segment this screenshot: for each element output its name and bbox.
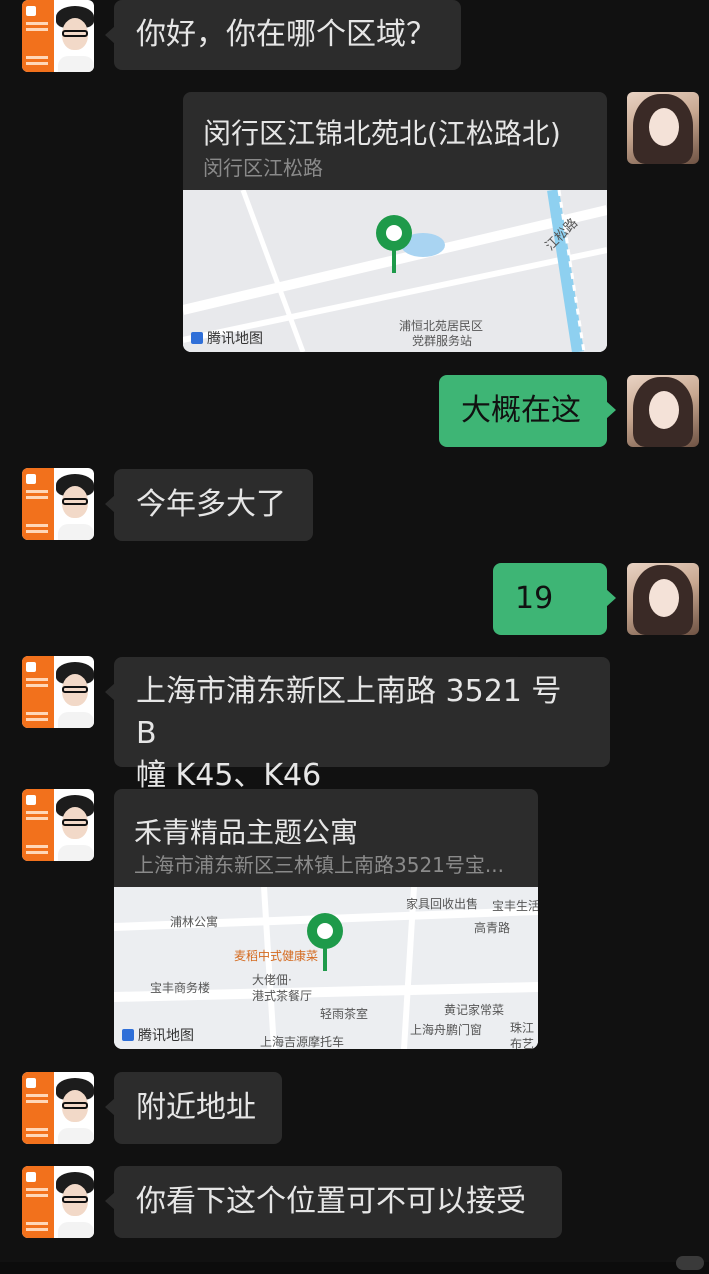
map-poi-label: 上海舟鹏门窗 [410, 1023, 483, 1037]
map-poi-label: 上海吉源摩托车 [260, 1035, 345, 1049]
tencent-map-logo-icon [191, 332, 203, 344]
map-poi-label: 港式茶餐厅 [252, 989, 313, 1003]
map-brand: 腾讯地图 [122, 1025, 194, 1045]
self-avatar-icon[interactable] [627, 375, 699, 447]
message-text-line: 上海市浦东新区上南路 3521 号 B [136, 674, 562, 751]
message-bubble[interactable]: 附近地址 [105, 1072, 282, 1144]
message-text: 附近地址 [136, 1090, 256, 1125]
map-pin-stem [323, 945, 327, 971]
message-text: 大概在这 [461, 393, 581, 428]
self-avatar-icon[interactable] [627, 92, 699, 164]
message-bubble[interactable]: 大概在这 [439, 375, 616, 447]
contact-avatar-icon[interactable] [22, 468, 94, 540]
bottom-divider [0, 1262, 709, 1274]
message-bubble[interactable]: 今年多大了 [105, 469, 313, 541]
map-poi-label: 宝丰商务楼 [150, 981, 211, 995]
location-title: 禾青精品主题公寓 [134, 816, 359, 849]
self-avatar-icon[interactable] [627, 563, 699, 635]
tencent-map-logo-icon [122, 1029, 134, 1041]
map-poi-label: 浦林公寓 [170, 915, 219, 929]
contact-avatar-icon[interactable] [22, 789, 94, 861]
contact-avatar-icon[interactable] [22, 656, 94, 728]
map-poi-label: 黄记家常菜 [444, 1003, 505, 1017]
contact-avatar-icon[interactable] [22, 0, 94, 72]
map-pin-icon [307, 913, 343, 949]
map-brand: 腾讯地图 [191, 328, 263, 348]
message-text: 你看下这个位置可不可以接受 [136, 1184, 526, 1219]
map-poi-label: 家具回收出售 [406, 897, 479, 911]
map-poi-label: 党群服务站 [412, 334, 473, 348]
message-bubble[interactable]: 上海市浦东新区上南路 3521 号 B 幢 K45、K46 [105, 657, 610, 793]
message-bubble[interactable]: 19 了 [493, 563, 616, 688]
location-subtitle: 上海市浦东新区三林镇上南路3521号宝... [134, 853, 504, 877]
map-road-label: 高青路 [474, 921, 511, 935]
message-bubble[interactable]: 你好，你在哪个区域？ [105, 0, 461, 70]
map-poi-label: 大佬佃· [252, 973, 292, 987]
contact-avatar-icon[interactable] [22, 1072, 94, 1144]
map-pin-icon [376, 215, 412, 251]
watermark-badge [676, 1256, 704, 1270]
map-poi-label: 珠江 [510, 1021, 535, 1035]
map-poi-label: 麦稻中式健康菜 [234, 949, 319, 963]
location-subtitle: 闵行区江松路 [203, 156, 323, 180]
map-poi-label: 轻雨茶室 [320, 1007, 369, 1021]
message-bubble[interactable]: 你看下这个位置可不可以接受 [105, 1166, 562, 1238]
map-poi-label: 宝丰生活 [492, 899, 538, 913]
map-pin-stem [392, 247, 396, 273]
map-poi-label: 布艺 [510, 1037, 535, 1049]
contact-avatar-icon[interactable] [22, 1166, 94, 1238]
message-text: 你好，你在哪个区域？ [136, 17, 436, 52]
location-title: 闵行区江锦北苑北(江松路北) [203, 117, 561, 150]
message-text: 今年多大了 [136, 487, 286, 522]
